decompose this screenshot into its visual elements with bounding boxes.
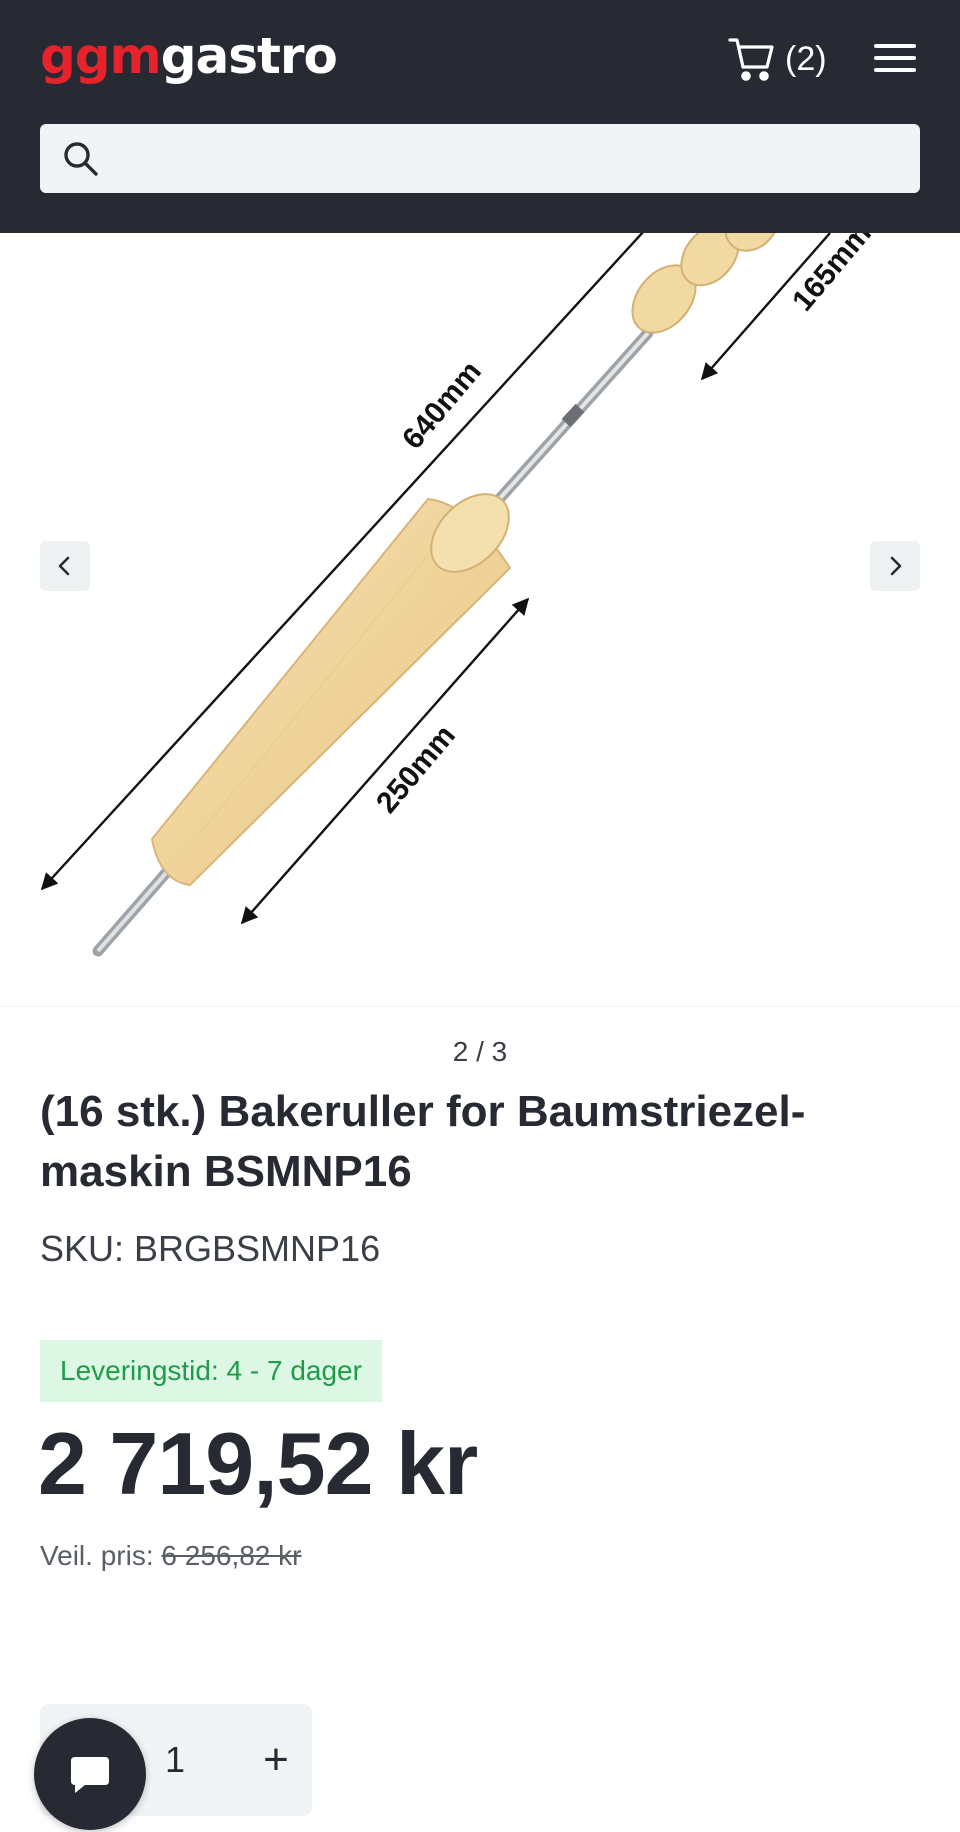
cart-button[interactable]: (2) bbox=[727, 34, 827, 84]
chat-icon bbox=[71, 1757, 109, 1793]
product-sku: SKU: BRGBSMNP16 bbox=[40, 1228, 381, 1269]
delivery-time-badge: Leveringstid: 4 - 7 dager bbox=[40, 1340, 382, 1402]
product-image-gallery[interactable]: 640mm 250mm 165mm bbox=[0, 233, 960, 1007]
logo-gastro: gastro bbox=[160, 27, 338, 85]
dimension-label-250: 250mm bbox=[370, 719, 462, 819]
product-title: (16 stk.) Bakeruller for Baumstriezel-ma… bbox=[40, 1087, 806, 1196]
quantity-plus-button[interactable]: + bbox=[240, 1704, 312, 1816]
cart-icon bbox=[728, 38, 774, 81]
product-price: 2 719,52 kr bbox=[38, 1414, 478, 1513]
gallery-next-button[interactable] bbox=[870, 541, 920, 591]
recommended-price-value: 6 256,82 kr bbox=[161, 1540, 302, 1571]
chevron-right-icon bbox=[890, 556, 902, 576]
site-header: ggmgastro (2) bbox=[0, 0, 960, 233]
search-icon bbox=[64, 141, 98, 176]
logo-ggm: ggm bbox=[40, 27, 162, 85]
dimension-label-165: 165mm bbox=[786, 233, 878, 317]
recommended-price: Veil. pris: 6 256,82 kr bbox=[40, 1540, 302, 1572]
ggm-gastro-logo[interactable]: ggmgastro bbox=[40, 26, 338, 86]
gallery-counter: 2 / 3 bbox=[452, 1036, 508, 1067]
recommended-price-label: Veil. pris: bbox=[40, 1540, 162, 1571]
gallery-prev-button[interactable] bbox=[40, 541, 90, 591]
product-image: 640mm 250mm 165mm bbox=[40, 233, 878, 957]
chevron-left-icon bbox=[58, 556, 70, 576]
cart-count: (2) bbox=[785, 39, 827, 78]
search-input[interactable] bbox=[100, 124, 920, 193]
menu-icon[interactable] bbox=[872, 38, 918, 78]
chat-button[interactable] bbox=[34, 1718, 146, 1830]
search-bar[interactable] bbox=[40, 124, 920, 193]
dimension-label-640: 640mm bbox=[396, 355, 488, 455]
